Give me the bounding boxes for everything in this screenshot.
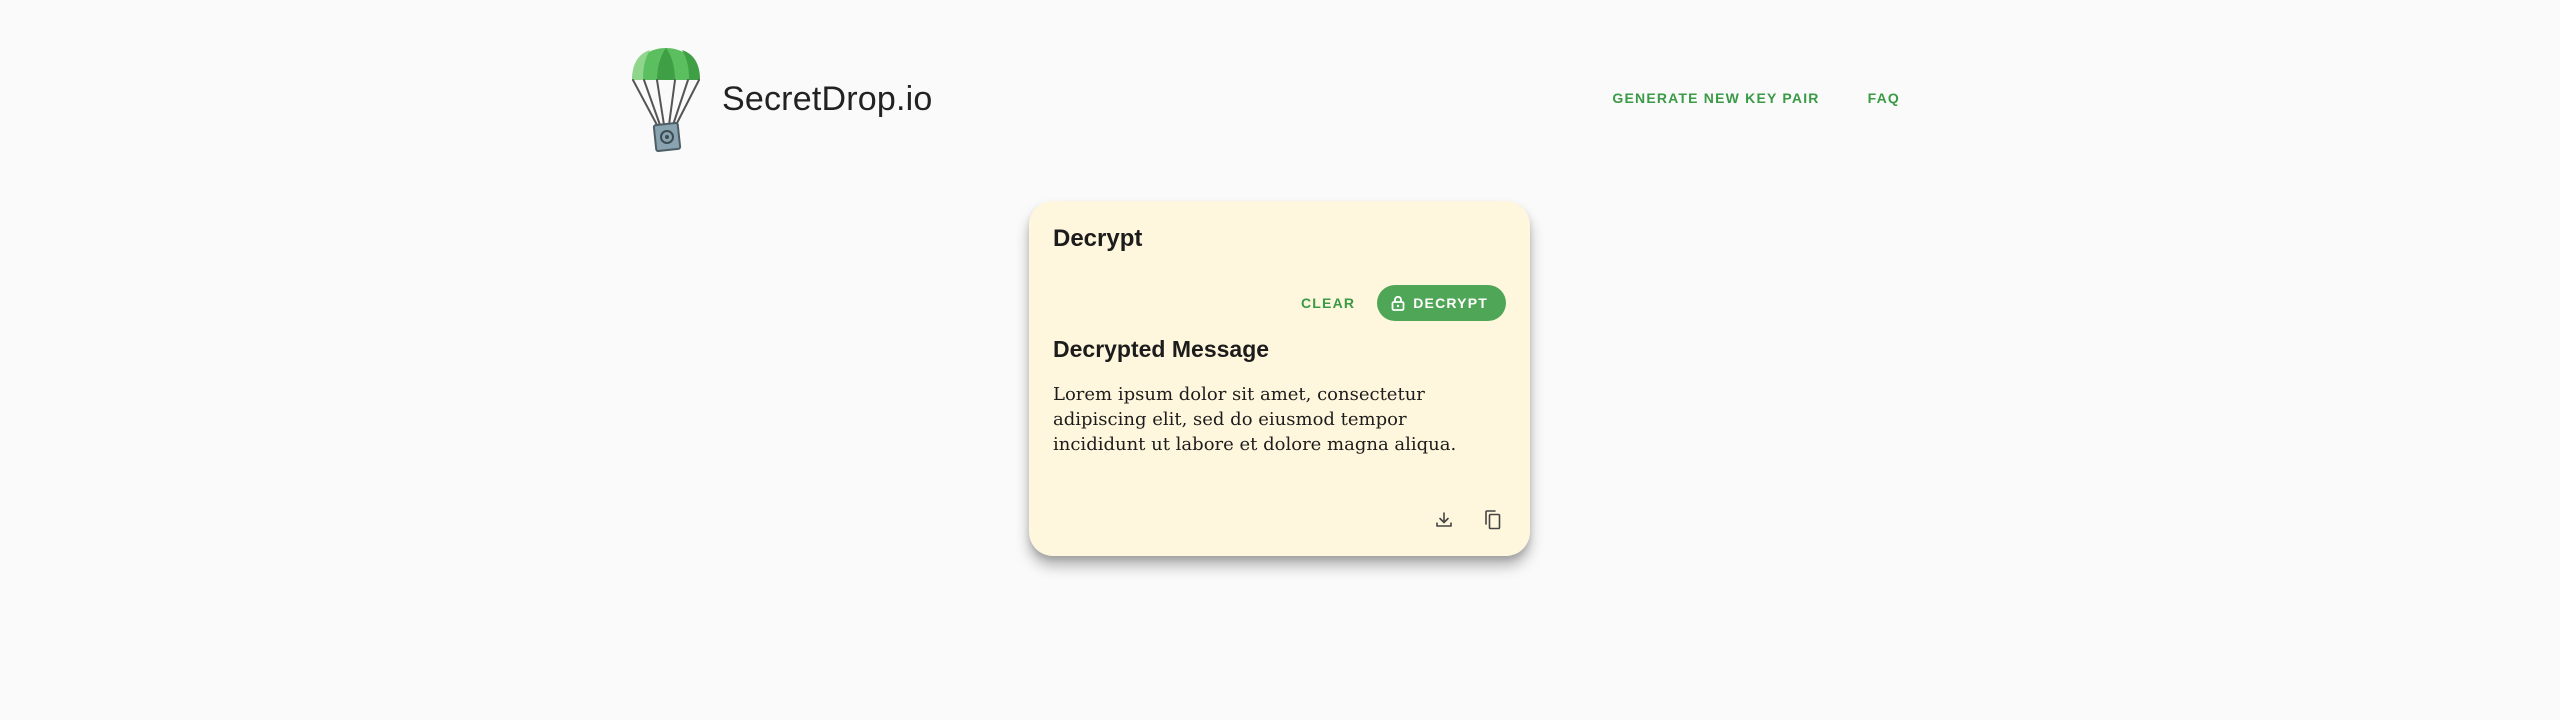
decrypted-message-heading: Decrypted Message bbox=[1053, 336, 1270, 362]
download-icon bbox=[1436, 512, 1452, 527]
card-title: Decrypt bbox=[1053, 225, 1143, 252]
page: SecretDrop.io GENERATE NEW KEY PAIR FAQ … bbox=[0, 0, 2560, 720]
lock-icon bbox=[1391, 295, 1405, 311]
parachute-logo-icon bbox=[632, 48, 700, 152]
brand-name: SecretDrop.io bbox=[722, 80, 933, 118]
top-nav: GENERATE NEW KEY PAIR FAQ bbox=[1612, 90, 1900, 106]
download-button[interactable] bbox=[1432, 508, 1456, 532]
copy-button[interactable] bbox=[1480, 508, 1504, 532]
app-header: SecretDrop.io GENERATE NEW KEY PAIR FAQ bbox=[630, 46, 1900, 156]
card-actions: CLEAR DECRYPT bbox=[1301, 285, 1506, 321]
card-footer-icons bbox=[1432, 508, 1504, 532]
decrypt-card: Decrypt CLEAR DECRYPT Decrypted Message … bbox=[1029, 201, 1530, 556]
copy-icon bbox=[1485, 510, 1501, 530]
nav-faq[interactable]: FAQ bbox=[1868, 90, 1900, 106]
nav-generate-key-pair[interactable]: GENERATE NEW KEY PAIR bbox=[1612, 90, 1819, 106]
decrypt-button[interactable]: DECRYPT bbox=[1377, 285, 1506, 321]
decrypted-message-text: Lorem ipsum dolor sit amet, consectetur … bbox=[1053, 384, 1457, 455]
clear-button[interactable]: CLEAR bbox=[1301, 295, 1355, 311]
decrypt-button-label: DECRYPT bbox=[1413, 295, 1488, 311]
